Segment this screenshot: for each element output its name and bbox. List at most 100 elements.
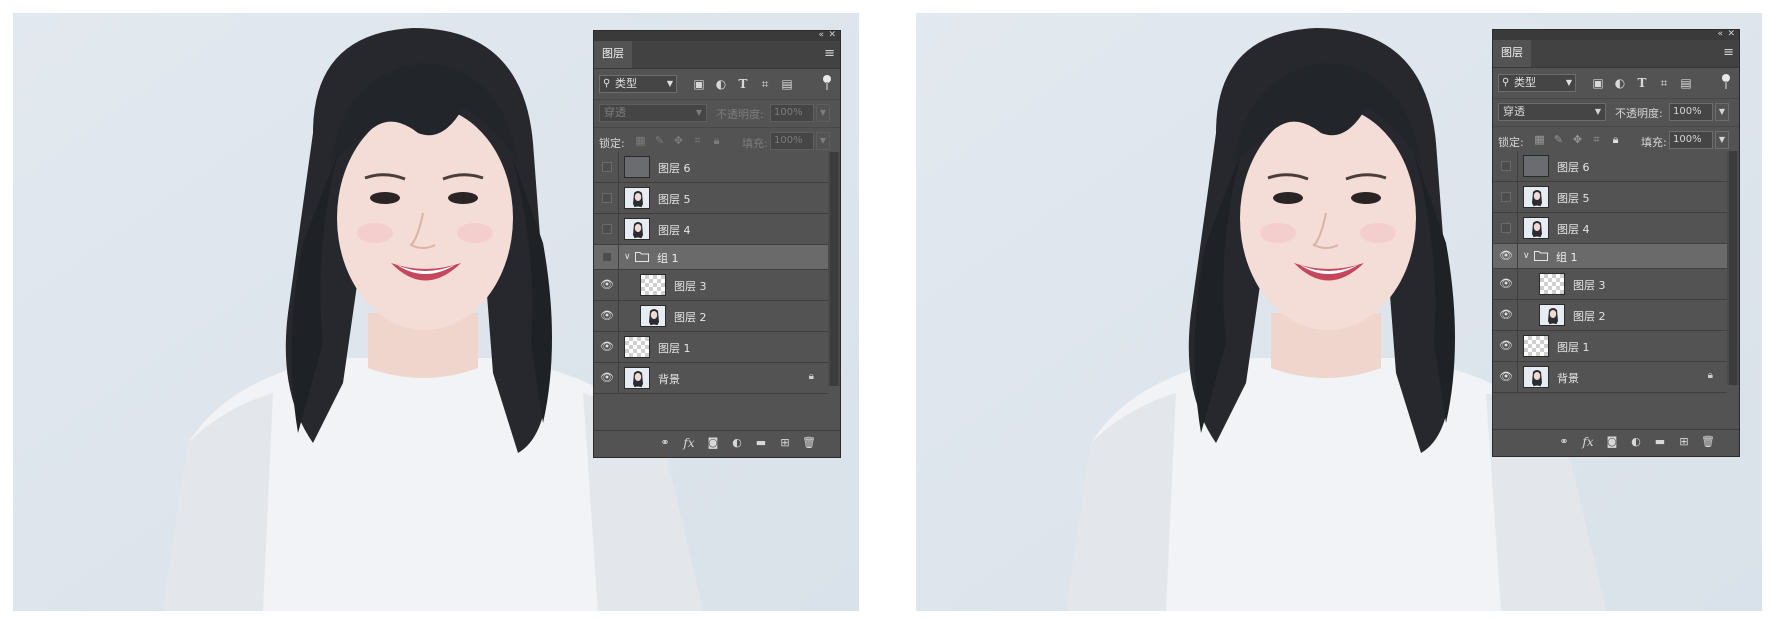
eye-icon[interactable]: 👁︎ xyxy=(1499,370,1513,383)
chevron-down-icon: ▼ xyxy=(1565,78,1572,87)
image-filter-icon[interactable]: ▣ xyxy=(692,77,706,91)
blend-mode-select[interactable]: 穿透 ▼ xyxy=(599,104,707,122)
chevron-down-icon[interactable]: ∨ xyxy=(624,250,631,264)
eye-icon[interactable]: 👁︎ xyxy=(1499,277,1513,290)
lock-all-icon[interactable]: 🔒︎ xyxy=(1609,133,1622,147)
shape-filter-icon[interactable]: ⌗ xyxy=(758,77,772,91)
opacity-dropdown-icon[interactable]: ▼ xyxy=(1715,103,1729,121)
panel-menu-icon[interactable]: ≡ xyxy=(1723,45,1734,61)
lock-position-icon[interactable]: ✥ xyxy=(672,134,685,148)
screenshot-right: « ✕ 图层 ≡ ⚲ 类型 ▼ ▣ ◐ T ⌗ ▤ 穿透 ▼ 不透明度: 100… xyxy=(916,13,1762,611)
close-icon[interactable]: ✕ xyxy=(1727,28,1735,40)
layer-row-layer1[interactable]: 👁︎ 图层 1 xyxy=(1493,331,1727,362)
adjustment-filter-icon[interactable]: ◐ xyxy=(1613,76,1627,90)
shape-filter-icon[interactable]: ⌗ xyxy=(1657,76,1671,90)
layer-row-layer2[interactable]: 👁︎ 图层 2 xyxy=(594,301,828,332)
scrollbar[interactable] xyxy=(1727,151,1739,385)
type-filter-icon[interactable]: T xyxy=(736,77,750,91)
chevron-down-icon: ▼ xyxy=(695,108,702,117)
close-icon[interactable]: ✕ xyxy=(828,29,836,41)
tab-layers[interactable]: 图层 xyxy=(1493,40,1531,67)
layer-row-background[interactable]: 👁︎ 背景 🔒︎ xyxy=(594,363,828,394)
chevron-down-icon[interactable]: ∨ xyxy=(1523,249,1530,263)
lock-all-icon[interactable]: 🔒︎ xyxy=(710,134,723,148)
filter-kind-select[interactable]: ⚲ 类型 ▼ xyxy=(599,75,677,93)
lock-image-pixels-icon[interactable]: ✎ xyxy=(653,134,666,148)
lock-transparent-pixels-icon[interactable]: ▦ xyxy=(634,134,647,148)
visibility-toggle-off[interactable] xyxy=(1501,161,1511,171)
layer-style-icon[interactable]: fx xyxy=(682,436,696,450)
panel-menu-icon[interactable]: ≡ xyxy=(824,46,835,62)
blend-mode-select[interactable]: 穿透 ▼ xyxy=(1498,103,1606,121)
filter-toggle[interactable] xyxy=(823,75,831,90)
layer-row-layer5[interactable]: 图层 5 xyxy=(1493,182,1727,213)
visibility-toggle-off[interactable] xyxy=(602,252,612,262)
lock-position-icon[interactable]: ✥ xyxy=(1571,133,1584,147)
lock-image-pixels-icon[interactable]: ✎ xyxy=(1552,133,1565,147)
lock-transparent-pixels-icon[interactable]: ▦ xyxy=(1533,133,1546,147)
new-layer-icon[interactable]: ⊞ xyxy=(1677,435,1691,449)
link-layers-icon[interactable]: ⚭ xyxy=(1557,435,1571,449)
fill-field[interactable]: 100% xyxy=(1669,131,1713,149)
visibility-toggle-off[interactable] xyxy=(602,224,612,234)
lock-artboard-icon[interactable]: ⌗ xyxy=(1590,133,1603,147)
scrollbar[interactable] xyxy=(828,152,840,386)
image-filter-icon[interactable]: ▣ xyxy=(1591,76,1605,90)
visibility-toggle-off[interactable] xyxy=(1501,192,1511,202)
layer-name: 图层 5 xyxy=(1557,192,1590,205)
opacity-dropdown-icon[interactable]: ▼ xyxy=(816,104,830,122)
visibility-toggle-off[interactable] xyxy=(602,193,612,203)
opacity-field[interactable]: 100% xyxy=(770,104,814,122)
smart-object-filter-icon[interactable]: ▤ xyxy=(780,77,794,91)
eye-icon[interactable]: 👁︎ xyxy=(1499,308,1513,321)
visibility-toggle-off[interactable] xyxy=(1501,223,1511,233)
layer-row-group1[interactable]: ∨ 组 1 xyxy=(594,245,828,270)
lock-label: 锁定: xyxy=(599,137,625,150)
layer-row-layer6[interactable]: 图层 6 xyxy=(1493,151,1727,182)
layer-name: 图层 3 xyxy=(674,280,707,293)
collapse-icon[interactable]: « xyxy=(1717,28,1723,40)
link-layers-icon[interactable]: ⚭ xyxy=(658,436,672,450)
lock-artboard-icon[interactable]: ⌗ xyxy=(691,134,704,148)
layer-row-layer4[interactable]: 图层 4 xyxy=(1493,213,1727,244)
fill-dropdown-icon[interactable]: ▼ xyxy=(816,132,830,150)
new-group-icon[interactable]: ▬ xyxy=(1653,435,1667,449)
layer-style-icon[interactable]: fx xyxy=(1581,435,1595,449)
type-filter-icon[interactable]: T xyxy=(1635,76,1649,90)
opacity-field[interactable]: 100% xyxy=(1669,103,1713,121)
layer-row-layer1[interactable]: 👁︎ 图层 1 xyxy=(594,332,828,363)
delete-layer-icon[interactable]: 🗑︎ xyxy=(802,436,816,450)
visibility-toggle-off[interactable] xyxy=(602,162,612,172)
adjustment-layer-icon[interactable]: ◐ xyxy=(1629,435,1643,449)
layer-row-layer2[interactable]: 👁︎ 图层 2 xyxy=(1493,300,1727,331)
eye-icon[interactable]: 👁︎ xyxy=(600,278,614,291)
collapse-icon[interactable]: « xyxy=(818,29,824,41)
layer-row-layer6[interactable]: 图层 6 xyxy=(594,152,828,183)
layer-row-layer3[interactable]: 👁︎ 图层 3 xyxy=(1493,269,1727,300)
add-mask-icon[interactable]: ◙ xyxy=(706,436,720,450)
fill-field[interactable]: 100% xyxy=(770,132,814,150)
layer-row-group1[interactable]: 👁︎ ∨ 组 1 xyxy=(1493,244,1727,269)
eye-icon[interactable]: 👁︎ xyxy=(1499,339,1513,352)
new-group-icon[interactable]: ▬ xyxy=(754,436,768,450)
filter-kind-select[interactable]: ⚲ 类型 ▼ xyxy=(1498,74,1576,92)
layer-row-layer5[interactable]: 图层 5 xyxy=(594,183,828,214)
tab-layers[interactable]: 图层 xyxy=(594,41,632,68)
adjustment-layer-icon[interactable]: ◐ xyxy=(730,436,744,450)
eye-icon[interactable]: 👁︎ xyxy=(600,340,614,353)
layer-row-layer4[interactable]: 图层 4 xyxy=(594,214,828,245)
new-layer-icon[interactable]: ⊞ xyxy=(778,436,792,450)
layer-name: 背景 xyxy=(658,373,680,386)
eye-icon[interactable]: 👁︎ xyxy=(600,371,614,384)
add-mask-icon[interactable]: ◙ xyxy=(1605,435,1619,449)
eye-icon[interactable]: 👁︎ xyxy=(1499,249,1513,262)
filter-toggle[interactable] xyxy=(1722,74,1730,89)
layer-name: 图层 2 xyxy=(1573,310,1606,323)
fill-dropdown-icon[interactable]: ▼ xyxy=(1715,131,1729,149)
delete-layer-icon[interactable]: 🗑︎ xyxy=(1701,435,1715,449)
eye-icon[interactable]: 👁︎ xyxy=(600,309,614,322)
layer-row-background[interactable]: 👁︎ 背景 🔒︎ xyxy=(1493,362,1727,393)
adjustment-filter-icon[interactable]: ◐ xyxy=(714,77,728,91)
smart-object-filter-icon[interactable]: ▤ xyxy=(1679,76,1693,90)
layer-row-layer3[interactable]: 👁︎ 图层 3 xyxy=(594,270,828,301)
